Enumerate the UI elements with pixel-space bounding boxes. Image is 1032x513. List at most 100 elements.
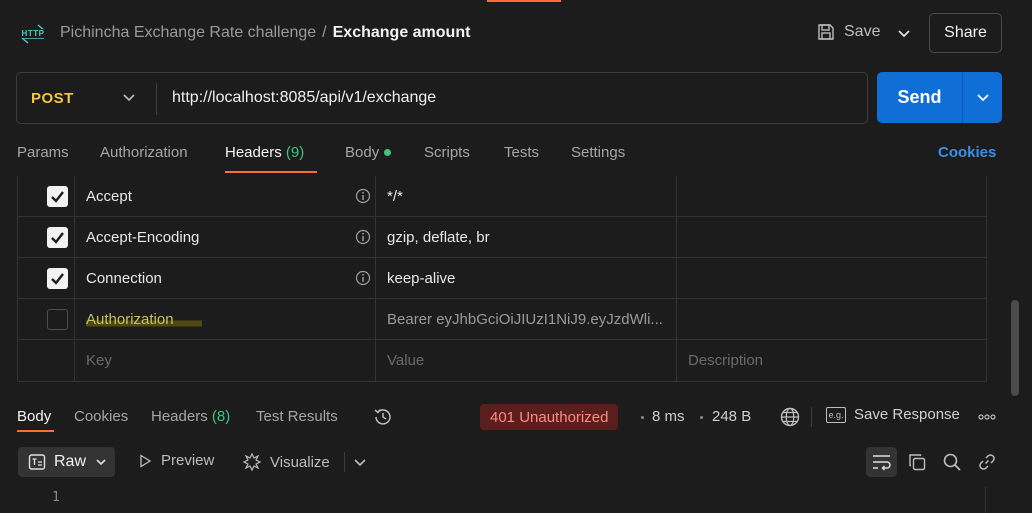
tab-body-label: Body [345, 144, 380, 161]
table-row: Accept-Encoding gzip, deflate, br [18, 217, 986, 258]
preview-button[interactable]: Preview [137, 452, 214, 469]
tab-settings[interactable]: Settings [571, 144, 625, 161]
header-key[interactable]: Connection [86, 270, 162, 287]
header-value[interactable]: gzip, deflate, br [387, 229, 490, 246]
header-key[interactable]: Accept-Encoding [86, 229, 199, 246]
format-select[interactable]: Raw [18, 447, 115, 477]
header-enabled-checkbox[interactable] [47, 268, 68, 289]
separator-dot [641, 416, 644, 419]
info-icon[interactable] [355, 229, 371, 245]
wrap-lines-button[interactable] [866, 447, 897, 477]
text-format-icon [28, 454, 46, 470]
visualize-chevron-down-icon[interactable] [350, 452, 370, 472]
send-button[interactable]: Send [877, 72, 962, 123]
line-number: 1 [52, 490, 60, 505]
new-value-input[interactable]: Value [387, 352, 424, 369]
response-size[interactable]: 248 B [712, 408, 751, 425]
tab-headers[interactable]: Headers (9) [225, 144, 304, 161]
save-response-button[interactable]: e.g. Save Response [826, 406, 960, 423]
save-label: Save [844, 23, 881, 40]
tab-active-underline [225, 171, 317, 173]
response-tab-headers-count: (8) [211, 408, 231, 425]
response-tab-cookies[interactable]: Cookies [74, 408, 128, 425]
divider [375, 258, 376, 298]
header-value-authorization[interactable]: Bearer eyJhbGciOiJIUzI1NiJ9.eyJzdWli... [387, 311, 663, 328]
response-tab-headers-label: Headers [151, 408, 208, 425]
tab-scripts[interactable]: Scripts [424, 144, 470, 161]
info-icon[interactable] [355, 270, 371, 286]
header-enabled-checkbox[interactable] [47, 186, 68, 207]
response-time[interactable]: 8 ms [652, 408, 685, 425]
search-icon[interactable] [942, 452, 962, 472]
info-icon[interactable] [355, 188, 371, 204]
divider [74, 299, 75, 339]
divider [811, 407, 812, 427]
header-key-authorization[interactable]: Authorization [86, 311, 202, 328]
divider [74, 176, 75, 216]
chevron-down-icon [96, 459, 106, 466]
checkmark-icon [51, 273, 64, 285]
tab-body[interactable]: Body [345, 144, 392, 161]
url-input[interactable]: http://localhost:8085/api/v1/exchange [172, 89, 436, 107]
visualize-label: Visualize [270, 453, 330, 471]
header-value[interactable]: keep-alive [387, 270, 455, 287]
save-button[interactable]: Save [816, 22, 880, 42]
breadcrumb-collection[interactable]: Pichincha Exchange Rate challenge [60, 24, 316, 41]
request-header: HTTP Pichincha Exchange Rate challenge / E… [0, 0, 1032, 66]
breadcrumb-request-name[interactable]: Exchange amount [333, 24, 471, 41]
tab-headers-label: Headers [225, 144, 282, 161]
response-tab-body[interactable]: Body [17, 408, 51, 425]
header-enabled-checkbox[interactable] [47, 227, 68, 248]
copy-icon[interactable] [907, 452, 927, 472]
table-row: Authorization Bearer eyJhbGciOiJIUzI1NiJ… [18, 299, 986, 340]
request-url-bar: POST http://localhost:8085/api/v1/exchan… [16, 72, 868, 124]
method-chevron-down-icon[interactable] [121, 90, 137, 106]
save-response-label: Save Response [854, 406, 960, 423]
play-icon [140, 453, 152, 468]
history-icon[interactable] [372, 406, 394, 428]
breadcrumb: Pichincha Exchange Rate challenge / Exchan… [60, 24, 470, 42]
scrollbar-thumb[interactable] [1011, 300, 1019, 396]
response-tab-headers[interactable]: Headers (8) [151, 408, 230, 425]
method-select[interactable]: POST [31, 90, 74, 107]
table-row-new: Key Value Description [18, 340, 986, 381]
wrap-lines-icon [873, 455, 891, 471]
headers-table: Accept */* Accept-Encoding gzip, deflate… [17, 176, 987, 382]
example-icon: e.g. [826, 406, 846, 423]
visualize-button[interactable]: Visualize [242, 452, 330, 472]
send-options-chevron-down-icon[interactable] [974, 89, 992, 107]
divider [676, 258, 677, 298]
http-icon: HTTP [20, 22, 46, 44]
tab-tests[interactable]: Tests [504, 144, 539, 161]
visualize-icon [242, 452, 262, 472]
divider [375, 299, 376, 339]
breadcrumb-separator: / [322, 24, 327, 41]
request-tabs: Params Authorization Headers (9) Body Sc… [0, 138, 1032, 174]
new-key-input[interactable]: Key [86, 352, 112, 369]
table-row: Connection keep-alive [18, 258, 986, 299]
checkmark-icon [51, 232, 64, 244]
table-row: Accept */* [18, 176, 986, 217]
divider [676, 299, 677, 339]
divider [74, 258, 75, 298]
header-key[interactable]: Accept [86, 188, 132, 205]
header-enabled-checkbox[interactable] [47, 309, 68, 330]
save-options-chevron-down-icon[interactable] [894, 24, 914, 44]
body-status-dot [384, 148, 392, 156]
link-icon[interactable] [977, 452, 997, 472]
response-tab-test-results[interactable]: Test Results [256, 408, 338, 425]
header-value[interactable]: */* [387, 188, 403, 205]
response-scrollbar[interactable] [985, 487, 1002, 513]
divider [676, 217, 677, 257]
tab-authorization[interactable]: Authorization [100, 144, 188, 161]
globe-icon[interactable] [779, 406, 801, 428]
new-description-input[interactable]: Description [688, 352, 763, 369]
preview-label: Preview [161, 452, 215, 469]
tab-params[interactable]: Params [17, 144, 69, 161]
divider [676, 176, 677, 216]
cookies-link[interactable]: Cookies [938, 144, 996, 161]
status-badge[interactable]: 401 Unauthorized [480, 404, 619, 430]
divider [344, 452, 345, 472]
more-options-icon[interactable] [977, 409, 997, 425]
share-button[interactable]: Share [929, 13, 1002, 53]
